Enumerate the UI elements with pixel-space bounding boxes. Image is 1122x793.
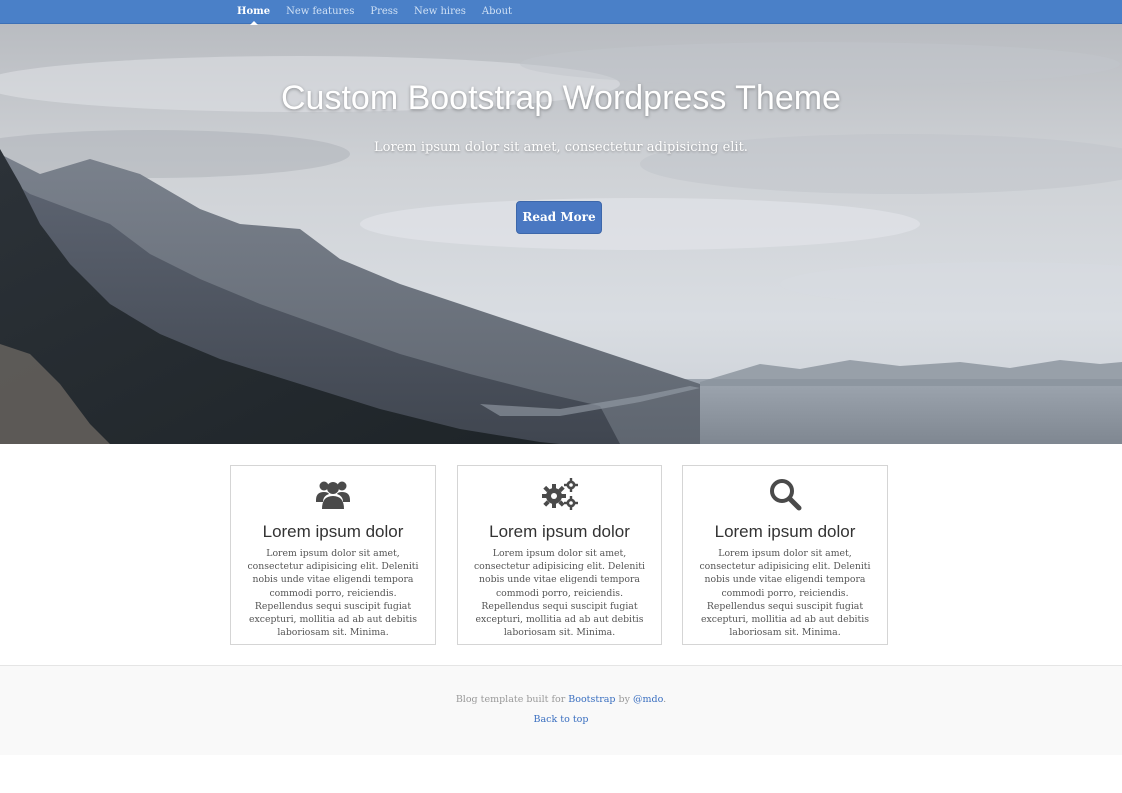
users-icon xyxy=(231,476,435,512)
feature-text: Lorem ipsum dolor sit amet, consectetur … xyxy=(247,548,419,639)
search-icon xyxy=(683,476,887,512)
gears-icon xyxy=(458,476,661,512)
feature-text: Lorem ipsum dolor sit amet, consectetur … xyxy=(473,548,646,639)
feature-card: Lorem ipsum dolor Lorem ipsum dolor sit … xyxy=(230,465,436,645)
feature-card: Lorem ipsum dolor Lorem ipsum dolor sit … xyxy=(457,465,662,645)
nav-item-home[interactable]: Home xyxy=(237,1,270,25)
nav-item-new-features[interactable]: New features xyxy=(286,1,354,23)
nav-list: Home New features Press New hires About xyxy=(237,0,528,25)
footer-credit-prefix: Blog template built for xyxy=(455,694,569,705)
hero-title: Custom Bootstrap Wordpress Theme xyxy=(281,79,841,117)
footer-credit: Blog template built for Bootstrap by @md… xyxy=(0,694,1122,705)
feature-title: Lorem ipsum dolor xyxy=(262,522,404,541)
feature-title: Lorem ipsum dolor xyxy=(714,522,856,541)
back-to-top-link[interactable]: Back to top xyxy=(534,714,589,725)
nav-item-press[interactable]: Press xyxy=(370,1,398,23)
feature-card: Lorem ipsum dolor Lorem ipsum dolor sit … xyxy=(682,465,888,645)
footer: Blog template built for Bootstrap by @md… xyxy=(0,665,1122,755)
footer-credit-by: by xyxy=(615,694,633,705)
top-navbar: Home New features Press New hires About xyxy=(0,0,1122,25)
bootstrap-link[interactable]: Bootstrap xyxy=(568,694,615,705)
footer-back-to-top: Back to top xyxy=(0,714,1122,725)
author-link[interactable]: @mdo xyxy=(633,694,663,705)
hero-banner: Custom Bootstrap Wordpress Theme Lorem i… xyxy=(0,24,1122,444)
feature-text: Lorem ipsum dolor sit amet, consectetur … xyxy=(699,548,871,639)
nav-item-new-hires[interactable]: New hires xyxy=(414,1,466,23)
feature-title: Lorem ipsum dolor xyxy=(489,522,630,541)
footer-credit-suffix: . xyxy=(663,694,667,705)
read-more-button[interactable]: Read More xyxy=(516,201,602,234)
feature-cards: Lorem ipsum dolor Lorem ipsum dolor sit … xyxy=(230,465,890,645)
nav-item-about[interactable]: About xyxy=(482,1,512,23)
hero-subtitle: Lorem ipsum dolor sit amet, consectetur … xyxy=(374,140,748,155)
